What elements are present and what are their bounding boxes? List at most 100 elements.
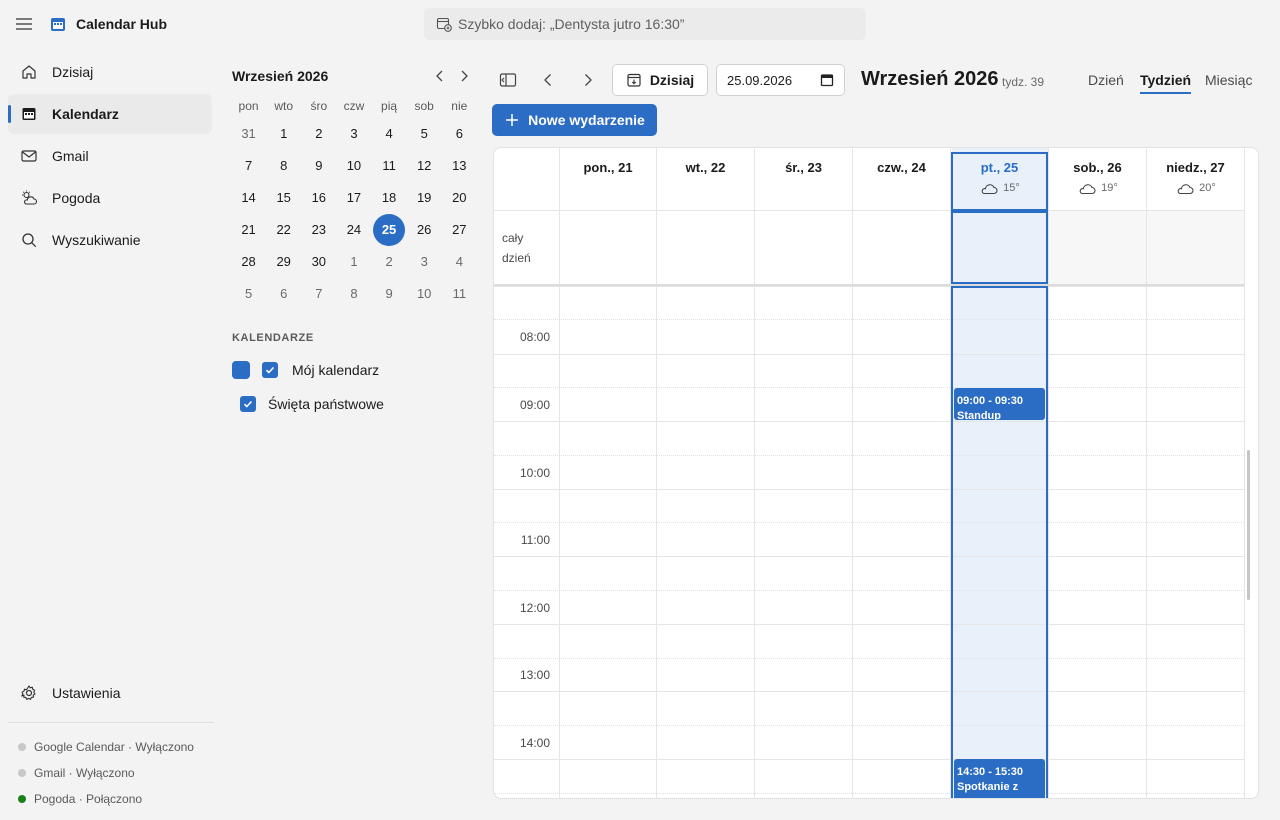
nav-item-calendar[interactable]: Kalendarz	[8, 94, 212, 134]
day-header-sun[interactable]: niedz., 27 20°	[1147, 148, 1244, 210]
day-header-thu[interactable]: czw., 24	[853, 148, 950, 210]
mini-calendar-day[interactable]: 23	[301, 214, 336, 246]
nav-divider	[8, 722, 214, 723]
mini-calendar-day[interactable]: 16	[301, 182, 336, 214]
mini-calendar-day[interactable]: 27	[442, 214, 477, 246]
mini-calendar-day[interactable]: 6	[442, 118, 477, 150]
nav-item-today[interactable]: Dzisiaj	[8, 52, 212, 92]
mini-calendar-day[interactable]: 4	[372, 118, 407, 150]
mini-calendar-day[interactable]: 9	[301, 150, 336, 182]
mini-calendar-day[interactable]: 5	[231, 278, 266, 310]
date-input[interactable]: 25.09.2026	[716, 64, 845, 96]
quick-add-placeholder: Szybko dodaj: „Dentysta jutro 16:30”	[458, 16, 685, 32]
mini-calendar-day-number: 28	[241, 254, 256, 269]
today-button[interactable]: Dzisiaj	[612, 64, 708, 96]
weather-icon	[20, 189, 38, 207]
mini-calendar-day-number: 11	[382, 158, 396, 173]
mini-calendar-day[interactable]: 4	[442, 246, 477, 278]
mini-calendar-day[interactable]: 7	[301, 278, 336, 310]
mini-calendar-day[interactable]: 6	[266, 278, 301, 310]
date-picker-icon[interactable]	[820, 73, 834, 87]
nav-item-weather[interactable]: Pogoda	[8, 178, 212, 218]
event-block[interactable]: 09:00 - 09:30 Standup	[954, 388, 1045, 420]
day-label: pon., 21	[583, 160, 633, 175]
temperature: 19°	[1101, 182, 1118, 194]
mini-calendar-day-number: 1	[280, 126, 288, 141]
new-event-label: Nowe wydarzenie	[528, 112, 645, 128]
calendar-item-my-calendar[interactable]: Mój kalendarz	[232, 361, 379, 379]
checkbox-checked-icon[interactable]	[240, 396, 256, 412]
mini-calendar-day[interactable]: 9	[372, 278, 407, 310]
weekday-label: nie	[451, 99, 468, 113]
mini-calendar-day[interactable]: 21	[231, 214, 266, 246]
tab-day[interactable]: Dzień	[1088, 72, 1124, 92]
day-header-sat[interactable]: sob., 26 19°	[1049, 148, 1146, 210]
mini-calendar-day-number: 11	[452, 286, 467, 301]
mini-calendar-day[interactable]: 10	[407, 278, 442, 310]
mini-calendar-day[interactable]: 29	[266, 246, 301, 278]
mini-calendar-day[interactable]: 8	[266, 150, 301, 182]
mini-calendar-day-number: 22	[276, 222, 291, 237]
mini-calendar-day[interactable]: 25	[372, 214, 407, 246]
grid-scrollbar[interactable]	[1247, 450, 1250, 600]
mini-calendar-day[interactable]: 12	[407, 150, 442, 182]
chevron-left-icon[interactable]	[432, 68, 448, 84]
mini-calendar-day[interactable]: 11	[372, 150, 407, 182]
plus-icon	[504, 112, 520, 128]
mini-calendar-day[interactable]: 20	[442, 182, 477, 214]
new-event-button[interactable]: Nowe wydarzenie	[492, 104, 657, 136]
chevron-right-icon[interactable]	[456, 68, 472, 84]
calendar-icon	[20, 105, 38, 123]
mini-calendar-day[interactable]: 2	[301, 118, 336, 150]
mini-calendar-day[interactable]: 19	[407, 182, 442, 214]
mini-calendar-day-number: 9	[385, 286, 393, 301]
mini-calendar-day[interactable]: 14	[231, 182, 266, 214]
temperature: 20°	[1199, 182, 1216, 194]
mini-calendar-day[interactable]: 5	[407, 118, 442, 150]
day-header-mon[interactable]: pon., 21	[560, 148, 656, 210]
previous-week-icon[interactable]	[538, 70, 558, 90]
calendar-item-holidays[interactable]: Święta państwowe	[240, 396, 384, 412]
mini-calendar-day[interactable]: 8	[336, 278, 371, 310]
day-header-wed[interactable]: śr., 23	[755, 148, 852, 210]
nav-item-search[interactable]: Wyszukiwanie	[8, 220, 212, 260]
mini-calendar-day[interactable]: 22	[266, 214, 301, 246]
mini-calendar-day[interactable]: 28	[231, 246, 266, 278]
settings-button[interactable]: Ustawienia	[8, 673, 212, 713]
mini-calendar-day[interactable]: 24	[336, 214, 371, 246]
mail-icon	[20, 147, 38, 165]
mini-calendar-day[interactable]: 10	[336, 150, 371, 182]
day-header-fri[interactable]: pt., 25 15°	[951, 148, 1048, 210]
mini-calendar-day[interactable]: 15	[266, 182, 301, 214]
weekday-label: czw	[343, 99, 365, 113]
tab-month[interactable]: Miesiąc	[1205, 72, 1252, 92]
time-label: 12:00	[519, 601, 550, 615]
mini-calendar-day[interactable]: 3	[407, 246, 442, 278]
quick-add-input[interactable]: Szybko dodaj: „Dentysta jutro 16:30”	[424, 8, 866, 40]
mini-calendar-day[interactable]: 3	[336, 118, 371, 150]
calendar-color-swatch[interactable]	[232, 361, 250, 379]
checkbox-checked-icon[interactable]	[262, 362, 278, 378]
mini-calendar-day[interactable]: 30	[301, 246, 336, 278]
tab-week[interactable]: Tydzień	[1140, 72, 1192, 94]
cloud-icon	[979, 181, 999, 195]
mini-calendar-day[interactable]: 11	[442, 278, 477, 310]
mini-calendar-day[interactable]: 7	[231, 150, 266, 182]
menu-icon[interactable]	[14, 14, 34, 34]
mini-calendar-day[interactable]: 2	[372, 246, 407, 278]
nav-item-gmail[interactable]: Gmail	[8, 136, 212, 176]
mini-calendar-day[interactable]: 1	[336, 246, 371, 278]
mini-calendar-day[interactable]: 31	[231, 118, 266, 150]
mini-calendar-day[interactable]: 13	[442, 150, 477, 182]
mini-calendar-day[interactable]: 1	[266, 118, 301, 150]
mini-calendar-day[interactable]: 18	[372, 182, 407, 214]
day-header-tue[interactable]: wt., 22	[657, 148, 754, 210]
event-block[interactable]: 14:30 - 15:30 Spotkanie z	[954, 759, 1045, 798]
mini-calendar-day[interactable]: 17	[336, 182, 371, 214]
mini-calendar-day[interactable]: 26	[407, 214, 442, 246]
mini-calendar-day-number: 1	[350, 254, 358, 269]
today-all-day-cell[interactable]	[951, 211, 1048, 284]
toggle-sidebar-icon[interactable]	[498, 70, 518, 90]
next-week-icon[interactable]	[578, 70, 598, 90]
settings-label: Ustawienia	[52, 685, 121, 701]
